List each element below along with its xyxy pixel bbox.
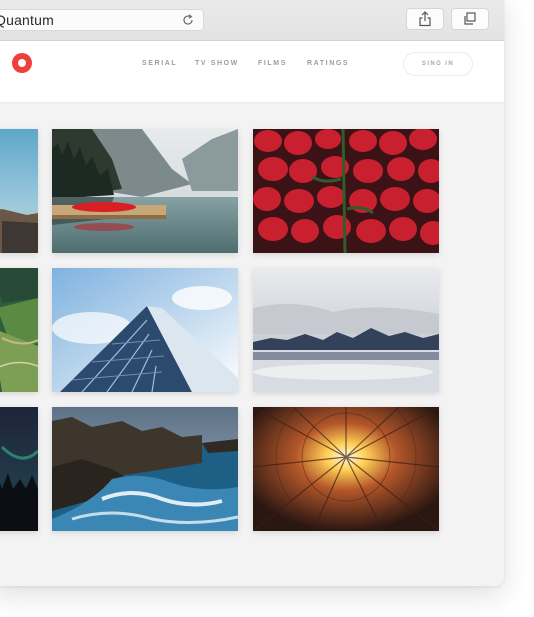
browser-toolbar: Quantum: [0, 0, 504, 41]
strawberries-photo[interactable]: [253, 129, 439, 253]
address-text: Quantum: [0, 12, 54, 28]
share-icon: [419, 11, 431, 27]
circle-logo[interactable]: [12, 53, 32, 73]
browser-window: Quantum SERIAL TV SHOW FILMS RATINGS SIN…: [0, 0, 504, 586]
lake-with-red-canoe-photo[interactable]: [52, 129, 238, 253]
cloudy-mountain-lake-photo[interactable]: [253, 268, 439, 392]
nav-films[interactable]: FILMS: [258, 60, 287, 67]
site-header: SERIAL TV SHOW FILMS RATINGS SING IN: [0, 41, 504, 102]
left-photo-3[interactable]: [0, 407, 38, 531]
left-photo-1[interactable]: [0, 129, 38, 253]
tabs-button[interactable]: [451, 8, 489, 30]
reload-icon[interactable]: [181, 13, 195, 27]
left-photo-2[interactable]: [0, 268, 38, 392]
nav-tv-show[interactable]: TV SHOW: [195, 60, 239, 67]
address-bar[interactable]: Quantum: [0, 9, 204, 31]
glass-building-photo[interactable]: [52, 268, 238, 392]
sign-in-button[interactable]: SING IN: [403, 52, 473, 76]
tabs-icon: [464, 12, 476, 25]
nav-serial[interactable]: SERIAL: [142, 60, 177, 67]
nav-ratings[interactable]: RATINGS: [307, 60, 349, 67]
share-button[interactable]: [406, 8, 444, 30]
rocky-ocean-coast-photo[interactable]: [52, 407, 238, 531]
courtyard-sun-photo[interactable]: [253, 407, 439, 531]
